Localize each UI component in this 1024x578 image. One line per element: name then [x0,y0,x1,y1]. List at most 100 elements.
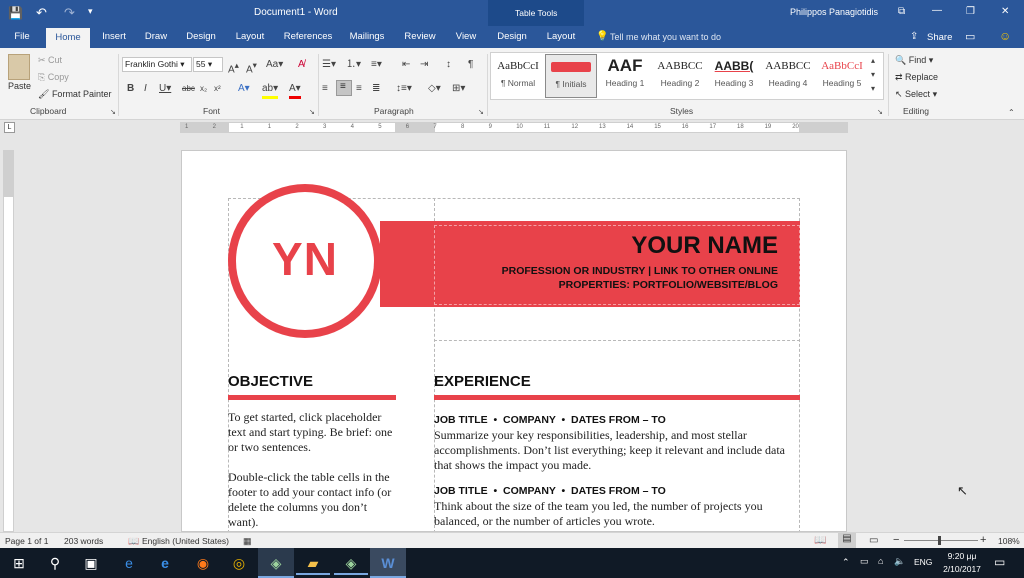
tell-me-box[interactable]: Tell me what you want to do [610,32,721,42]
comments-icon[interactable]: ▭ [965,30,975,43]
firefox-icon[interactable]: ◉ [186,551,220,575]
job-2-description[interactable]: Think about the size of the team you led… [434,499,800,529]
font-size-combo[interactable]: 55 ▾ [193,57,223,72]
zoom-in-icon[interactable]: + [980,534,986,546]
horizontal-ruler[interactable]: 1 2 1 1 2 3 4 5 6 7 8 9 10 11 12 13 14 15 16 17 18 19 20 [180,122,848,133]
start-windows-icon[interactable]: ⊞ [2,551,36,575]
borders-icon[interactable]: ⊞▾ [452,82,465,96]
font-name-combo[interactable]: Franklin Gothi ▾ [122,57,192,72]
job-1-description[interactable]: Summarize your key responsibilities, lea… [434,428,800,473]
style-heading-3[interactable]: AABB(Heading 3 [708,54,760,98]
style-normal[interactable]: AaBbCcI ¶ Normal [492,54,544,98]
ribbon-display-icon[interactable]: ⧉ [898,6,905,17]
subscript-icon[interactable]: x₂ [200,82,207,96]
bold-icon[interactable]: B [127,82,134,96]
paste-icon[interactable] [8,54,30,80]
show-marks-icon[interactable]: ¶ [468,58,473,72]
app2-icon[interactable]: ◈ [334,551,368,575]
internet-explorer-icon[interactable]: e [148,551,182,575]
shading-icon[interactable]: ◇▾ [428,82,441,96]
job-2-title[interactable]: JOB TITLE • COMPANY • DATES FROM – TO [434,485,666,497]
tab-table-layout[interactable]: Layout [540,26,582,48]
word-taskbar-button[interactable]: W [370,548,406,578]
align-left-icon[interactable]: ≡ [322,82,328,96]
style-heading-5[interactable]: AaBbCcI Heading 5 [816,54,868,98]
zoom-slider-thumb[interactable] [938,536,941,545]
style-heading-1[interactable]: AAF Heading 1 [599,54,651,98]
style-heading-4[interactable]: AABBCC Heading 4 [762,54,814,98]
align-right-icon[interactable]: ≡ [356,82,362,96]
tab-references[interactable]: References [280,26,336,48]
close-button[interactable]: ✕ [1001,6,1009,17]
minimize-button[interactable]: — [932,5,942,16]
align-center-button[interactable]: ≡ [336,80,352,96]
styles-scroll-up-icon[interactable]: ▴ [871,54,875,68]
line-spacing-icon[interactable]: ↕≡▾ [396,82,412,96]
styles-more-icon[interactable]: ▾ [871,82,875,96]
page-count[interactable]: Page 1 of 1 [5,536,48,546]
tab-draw[interactable]: Draw [140,26,172,48]
zoom-level[interactable]: 108% [998,536,1020,546]
select-button[interactable]: ↖ Select ▾ [895,89,937,100]
macro-icon[interactable]: ▦ [243,536,252,547]
decrease-indent-icon[interactable]: ⇤ [402,58,410,72]
file-explorer-icon[interactable]: ▰ [296,551,330,575]
vertical-ruler[interactable] [3,150,14,532]
document-page[interactable]: YN YOUR NAME PROFESSION OR INDUSTRY | LI… [181,150,847,532]
underline-icon[interactable]: U▾ [159,82,171,96]
style-initials[interactable]: ¶ Initials [545,54,597,98]
font-launcher-icon[interactable]: ↘ [309,106,315,120]
clock-time[interactable]: 9:20 μμ [944,551,980,561]
font-color-icon[interactable]: A▾ [289,82,301,99]
tab-home[interactable]: Home [46,28,90,48]
profession-line-2[interactable]: PROPERTIES: PORTFOLIO/WEBSITE/BLOG [436,279,778,291]
tab-insert[interactable]: Insert [96,26,132,48]
clipboard-launcher-icon[interactable]: ↘ [110,106,116,120]
multilevel-list-icon[interactable]: ≡▾ [371,58,382,72]
user-name[interactable]: Philippos Panagiotidis [790,7,878,17]
job-1-title[interactable]: JOB TITLE • COMPANY • DATES FROM – TO [434,414,666,426]
clock-date[interactable]: 2/10/2017 [938,564,986,574]
redo-icon[interactable]: ↷ [64,5,75,21]
tab-file[interactable]: File [8,26,36,48]
initials-circle[interactable]: YN [236,192,374,330]
read-mode-icon[interactable]: 📖 [814,535,826,546]
increase-indent-icon[interactable]: ⇥ [420,58,428,72]
share-icon[interactable]: ⇪ [910,31,918,42]
tab-layout[interactable]: Layout [230,26,270,48]
volume-icon[interactable]: 🔈 [894,556,905,567]
sort-icon[interactable]: ↕ [446,58,451,72]
styles-launcher-icon[interactable]: ↘ [877,106,883,120]
objective-text[interactable]: To get started, click placeholder text a… [228,410,400,455]
save-icon[interactable]: 💾 [8,6,23,20]
tab-table-design[interactable]: Design [492,26,532,48]
tab-review[interactable]: Review [398,26,442,48]
collapse-ribbon-icon[interactable]: ⌃ [1008,106,1015,120]
smiley-icon[interactable]: ☺ [999,29,1011,43]
tab-design[interactable]: Design [182,26,220,48]
paste-button[interactable]: Paste [8,81,31,91]
strikethrough-icon[interactable]: abc [182,82,195,96]
task-view-icon[interactable]: ▣ [74,551,108,575]
tab-mailings[interactable]: Mailings [344,26,390,48]
replace-button[interactable]: ⇄ Replace [895,72,938,83]
superscript-icon[interactable]: x² [214,82,221,96]
objective-heading[interactable]: OBJECTIVE [228,373,313,390]
edge-icon[interactable]: e [112,551,146,575]
chrome-icon[interactable]: ◎ [222,551,256,575]
text-effects-icon[interactable]: A▾ [238,82,250,96]
network-icon[interactable]: ⌂ [878,556,883,566]
change-case-icon[interactable]: Aa▾ [266,58,283,72]
numbering-icon[interactable]: ⒈▾ [346,58,361,72]
share-button[interactable]: Share [927,32,952,43]
justify-icon[interactable]: ≣ [372,82,380,96]
experience-heading[interactable]: EXPERIENCE [434,373,531,390]
print-layout-icon[interactable]: ▤ [838,533,856,548]
proofing-icon[interactable]: 📖 [128,536,139,547]
copy-button[interactable]: ⎘ Copy [38,72,69,83]
word-count[interactable]: 203 words [64,536,103,546]
cut-button[interactable]: ✂ Cut [38,55,62,66]
tab-view[interactable]: View [450,26,482,48]
grow-font-icon[interactable]: A▴ [228,58,239,77]
qat-customize-icon[interactable]: ▾ [88,6,93,17]
